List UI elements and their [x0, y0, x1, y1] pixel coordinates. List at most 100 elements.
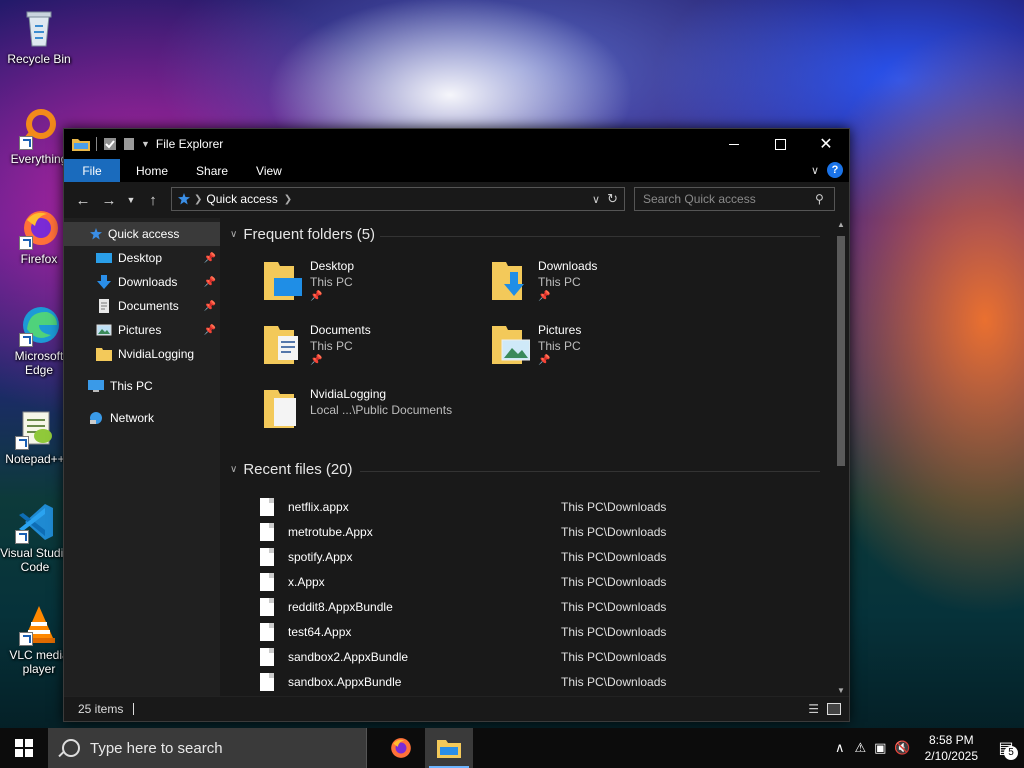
pictures-folder-icon	[96, 324, 112, 336]
tab-share[interactable]: Share	[182, 159, 242, 182]
pin-icon[interactable]: 📌	[204, 253, 216, 264]
file-location: This PC\Downloads	[561, 649, 667, 664]
desktop-icon-notepadpp[interactable]: Notepad++	[0, 406, 70, 466]
sidebar-item-network[interactable]: Network	[64, 406, 220, 430]
minimize-button[interactable]	[711, 129, 757, 159]
back-arrow-icon[interactable]: ←	[70, 192, 96, 209]
frequent-folder-desktop[interactable]: Desktop This PC 📌	[264, 258, 354, 304]
close-button[interactable]: ✕	[803, 129, 849, 159]
network-status-icon[interactable]: ▣	[874, 740, 886, 756]
ribbon-tabs: File Home Share View ∨ ?	[64, 159, 849, 182]
sidebar-item-quick-access[interactable]: Quick access	[64, 222, 220, 246]
clock-time: 8:58 PM	[928, 733, 974, 747]
navigation-pane[interactable]: Quick access Desktop 📌 Downloads 📌 Docum…	[64, 218, 220, 697]
sidebar-item-label: Pictures	[118, 323, 162, 337]
taskbar-app-file-explorer[interactable]	[425, 728, 473, 768]
scroll-up-arrow-icon[interactable]: ▲	[837, 220, 845, 229]
frequent-folders-header[interactable]: ∨ Frequent folders (5)	[230, 226, 820, 243]
folder-icon	[72, 139, 90, 151]
title-bar[interactable]: ▼ File Explorer ✕	[64, 129, 849, 159]
shortcut-arrow-icon	[15, 436, 29, 450]
expand-ribbon-chevron-icon[interactable]: ∨	[811, 164, 819, 177]
help-icon[interactable]: ?	[827, 162, 843, 178]
search-input[interactable]	[635, 191, 815, 207]
sidebar-item-label: Network	[110, 411, 155, 425]
scrollbar-thumb[interactable]	[837, 236, 845, 466]
frequent-folder-downloads[interactable]: Downloads This PC 📌	[492, 258, 597, 304]
desktop-folder-icon	[264, 262, 302, 300]
pin-icon: 📌	[310, 355, 323, 366]
breadcrumb-quick-access[interactable]: Quick access	[206, 192, 277, 206]
sidebar-item-this-pc[interactable]: This PC	[64, 374, 220, 398]
firefox-icon	[391, 738, 411, 758]
recent-file-row[interactable]: reddit8.AppxBundle This PC\Downloads	[260, 594, 820, 619]
new-folder-icon[interactable]	[123, 137, 135, 151]
security-alert-icon[interactable]: ⚠	[854, 740, 866, 756]
properties-icon[interactable]	[103, 137, 117, 151]
recent-files-header[interactable]: ∨ Recent files (20)	[230, 461, 820, 478]
recent-file-row[interactable]: netflix.appx This PC\Downloads	[260, 494, 820, 519]
file-location: This PC\Downloads	[561, 549, 667, 564]
folder-details: NvidiaLogging Local ...\Public Documents	[310, 386, 452, 428]
system-tray: ∧ ⚠ ▣ 🔇 8:58 PM 2/10/2025 ▤ 5	[835, 728, 1024, 768]
tab-home[interactable]: Home	[122, 159, 182, 182]
shortcut-arrow-icon	[19, 632, 33, 646]
search-icon[interactable]: ⚲	[815, 192, 824, 206]
frequent-folder-pictures[interactable]: Pictures This PC 📌	[492, 322, 581, 368]
large-icons-view-icon[interactable]	[827, 703, 841, 715]
file-name: netflix.appx	[288, 499, 349, 514]
desktop-icon-recycle-bin[interactable]: Recycle Bin	[4, 6, 74, 66]
file-explorer-window[interactable]: ▼ File Explorer ✕ File Home Share View ∨…	[63, 128, 850, 722]
pin-icon[interactable]: 📌	[204, 277, 216, 288]
action-center-button[interactable]: ▤ 5	[988, 728, 1024, 768]
recent-file-row[interactable]: spotify.Appx This PC\Downloads	[260, 544, 820, 569]
scroll-down-arrow-icon[interactable]: ▼	[837, 686, 845, 695]
recent-locations-chevron-icon[interactable]: ▼	[122, 195, 140, 205]
up-arrow-icon[interactable]: ↑	[140, 192, 166, 209]
sidebar-item-documents[interactable]: Documents 📌	[64, 294, 220, 318]
details-view-icon[interactable]: ☰	[808, 702, 819, 716]
tab-view[interactable]: View	[242, 159, 296, 182]
forward-arrow-icon[interactable]: →	[96, 192, 122, 209]
recent-file-row[interactable]: metrotube.Appx This PC\Downloads	[260, 519, 820, 544]
recent-file-row[interactable]: sandbox2.AppxBundle This PC\Downloads	[260, 644, 820, 669]
sidebar-item-downloads[interactable]: Downloads 📌	[64, 270, 220, 294]
file-explorer-icon	[437, 740, 461, 758]
address-dropdown-chevron-icon[interactable]: ∨	[592, 193, 600, 206]
quick-access-toolbar: ▼	[64, 137, 150, 151]
item-count: 25 items	[78, 702, 124, 716]
file-name: reddit8.AppxBundle	[288, 599, 393, 614]
frequent-folder-nvidialogging[interactable]: NvidiaLogging Local ...\Public Documents	[264, 386, 452, 428]
customize-toolbar-chevron-icon[interactable]: ▼	[141, 139, 150, 149]
maximize-button[interactable]	[757, 129, 803, 159]
status-bar: 25 items ☰	[64, 696, 849, 721]
folder-location: This PC	[310, 275, 353, 289]
breadcrumb-chevron-icon[interactable]: ❯	[284, 194, 292, 205]
frequent-folder-documents[interactable]: Documents This PC 📌	[264, 322, 371, 368]
clock[interactable]: 8:58 PM 2/10/2025	[925, 732, 978, 764]
downloads-folder-icon	[492, 262, 524, 300]
sidebar-item-desktop[interactable]: Desktop 📌	[64, 246, 220, 270]
vertical-scrollbar[interactable]: ▲ ▼	[833, 218, 849, 697]
start-button[interactable]	[0, 728, 48, 768]
recent-file-row[interactable]: test64.Appx This PC\Downloads	[260, 619, 820, 644]
taskbar-app-firefox[interactable]	[377, 728, 425, 768]
recent-file-row[interactable]: sandbox.AppxBundle This PC\Downloads	[260, 669, 820, 694]
taskbar-search-box[interactable]: Type here to search	[48, 728, 367, 768]
recent-file-row[interactable]: x.Appx This PC\Downloads	[260, 569, 820, 594]
sidebar-item-pictures[interactable]: Pictures 📌	[64, 318, 220, 342]
pin-icon[interactable]: 📌	[204, 325, 216, 336]
star-icon	[178, 193, 190, 205]
volume-muted-icon[interactable]: 🔇	[894, 740, 910, 756]
desktop-folder-icon	[96, 253, 112, 263]
tab-file[interactable]: File	[64, 159, 120, 182]
desktop-icon-vscode[interactable]: Visual Studio Code	[0, 500, 70, 574]
folder-name: NvidiaLogging	[310, 387, 387, 401]
pin-icon[interactable]: 📌	[204, 301, 216, 312]
refresh-icon[interactable]: ↻	[607, 191, 618, 207]
address-bar[interactable]: ❯ Quick access ❯ ∨ ↻	[171, 187, 625, 211]
search-box[interactable]: ⚲	[634, 187, 835, 211]
sidebar-item-nvidialogging[interactable]: NvidiaLogging	[64, 342, 220, 366]
show-hidden-icons-chevron-icon[interactable]: ∧	[835, 740, 845, 756]
content-pane[interactable]: ∨ Frequent folders (5) Desktop This PC 📌…	[220, 218, 849, 697]
